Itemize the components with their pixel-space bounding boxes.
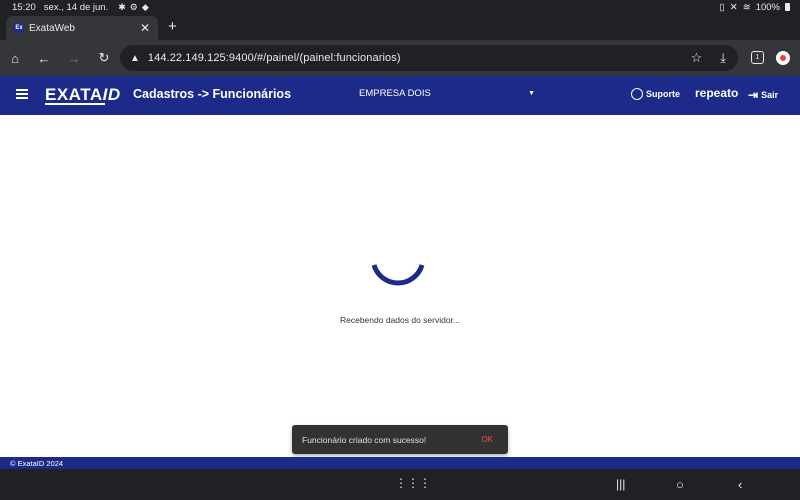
status-time: 15:20	[12, 1, 36, 13]
status-date: sex., 14 de jun.	[43, 1, 109, 13]
logo-underline	[45, 103, 105, 105]
logout-button[interactable]: ⇥ Sair	[748, 88, 778, 102]
home-nav-icon[interactable]: ○	[676, 477, 684, 492]
back-icon[interactable]: ←	[35, 49, 53, 67]
whatsapp-icon	[631, 88, 643, 100]
logout-icon: ⇥	[748, 88, 759, 102]
logo: EXATAID	[45, 85, 121, 104]
reload-icon[interactable]: ↻	[95, 49, 113, 67]
battery-percent: 100%	[755, 1, 780, 13]
snackbar: Funcionário criado com sucesso! OK	[292, 425, 508, 454]
tab-switcher-button[interactable]: 1	[751, 51, 764, 64]
back-nav-icon[interactable]: ‹	[738, 477, 742, 492]
settings-icon: ⚙	[129, 1, 138, 12]
recent-apps-icon[interactable]: |||	[616, 477, 625, 491]
loading-text: Recebendo dados do servidor...	[339, 315, 461, 325]
username: repeato	[695, 86, 739, 100]
bookmark-star-icon[interactable]: ☆	[691, 50, 703, 66]
link-icon: ◆	[141, 1, 149, 12]
footer: © ExataID 2024	[0, 457, 800, 469]
app-header: EXATAID Cadastros -> Funcionários EMPRES…	[0, 76, 800, 115]
support-button[interactable]: Suporte	[631, 88, 680, 100]
tab-strip: Ex ExataWeb ✕ +	[0, 14, 800, 40]
snackbar-ok-button[interactable]: OK	[481, 435, 498, 444]
loading-spinner-icon	[371, 264, 425, 286]
chevron-down-icon: ▼	[528, 90, 535, 97]
accessibility-icon: ✱	[118, 1, 126, 12]
not-secure-icon[interactable]: ▲	[130, 53, 140, 64]
browser-tab[interactable]: Ex ExataWeb ✕	[6, 16, 158, 40]
company-select-value: EMPRESA DOIS	[359, 88, 431, 99]
close-tab-icon[interactable]: ✕	[140, 21, 150, 35]
mute-icon: ✕	[729, 1, 738, 13]
browser-toolbar: ⌂ ← → ↻ ▲ 144.22.149.125:9400/#/painel/(…	[0, 40, 800, 76]
url-text[interactable]: 144.22.149.125:9400/#/painel/(painel:fun…	[148, 52, 401, 64]
vibrate-icon: ▯	[719, 1, 725, 13]
logout-label: Sair	[761, 90, 779, 100]
page-title: Cadastros -> Funcionários	[133, 87, 292, 101]
navigation-bar: ⋮⋮⋮ ||| ○ ‹	[0, 469, 800, 500]
status-bar: 15:20 sex., 14 de jun. ✱ ⚙ ◆ ▯ ✕ ≋ 100%	[0, 0, 800, 14]
support-label: Suporte	[646, 89, 681, 99]
favicon-icon: Ex	[14, 23, 24, 33]
address-bar[interactable]: ▲ 144.22.149.125:9400/#/painel/(painel:f…	[120, 45, 738, 71]
tab-title: ExataWeb	[29, 22, 75, 34]
forward-icon[interactable]: →	[65, 49, 83, 67]
new-tab-icon[interactable]: +	[168, 18, 177, 35]
snackbar-message: Funcionário criado com sucesso!	[302, 434, 427, 445]
home-icon[interactable]: ⌂	[6, 49, 24, 67]
extension-icon[interactable]	[776, 51, 790, 65]
app-drawer-icon[interactable]: ⋮⋮⋮	[395, 476, 431, 490]
download-icon[interactable]: ⤓	[720, 50, 726, 66]
battery-icon	[785, 3, 790, 11]
copyright-text: © ExataID 2024	[10, 458, 64, 468]
company-select[interactable]: EMPRESA DOIS ▼	[359, 88, 535, 99]
wifi-icon: ≋	[742, 1, 751, 13]
menu-icon[interactable]	[16, 89, 28, 99]
